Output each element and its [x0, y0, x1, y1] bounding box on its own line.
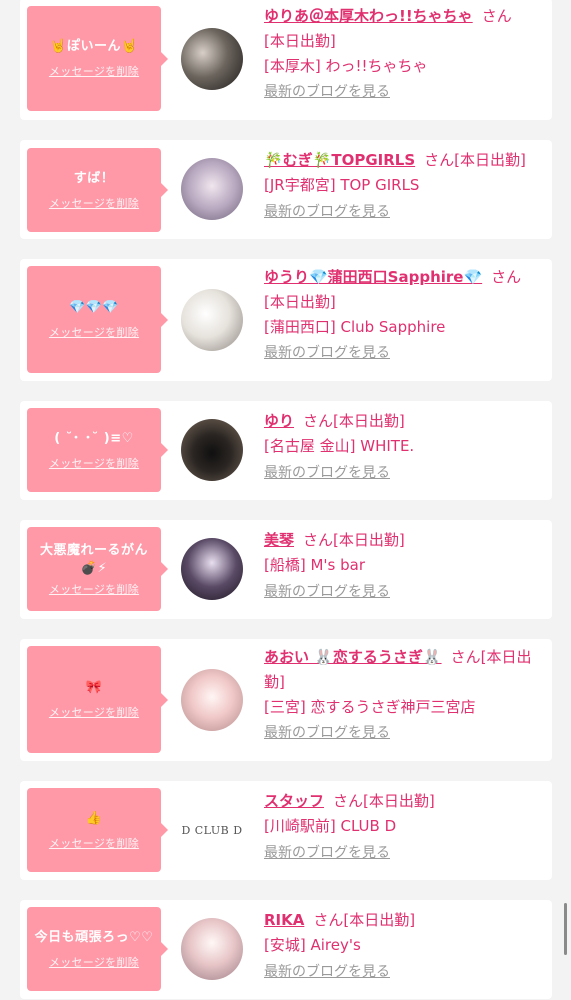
message-text: すば！: [73, 170, 115, 186]
work-status: [本日出勤]: [454, 151, 526, 169]
delete-message-link[interactable]: メッセージを削除: [49, 455, 139, 471]
cast-info: 美琴 さん[本日出勤] [船橋] M's bar 最新のブログを見る: [264, 528, 542, 604]
avatar[interactable]: [181, 289, 243, 351]
delete-message-link[interactable]: メッセージを削除: [49, 324, 139, 340]
shop-name: [蒲田西口] Club Sapphire: [264, 318, 446, 336]
message-card: ( ˘･ ･˘ )≡♡ メッセージを削除 ゆり さん[本日出勤] [名古屋 金山]…: [20, 401, 552, 500]
message-text: 今日も頑張ろっ♡♡: [34, 929, 154, 945]
shop-name: [JR宇都宮] TOP GIRLS: [264, 176, 420, 194]
avatar[interactable]: [181, 158, 243, 220]
honorific: さん: [481, 7, 512, 25]
message-card: 今日も頑張ろっ♡♡ メッセージを削除 RIKA さん[本日出勤] [安城] Air…: [20, 900, 552, 999]
cast-name-link[interactable]: あおい 🐰恋するうさぎ🐰: [264, 648, 442, 666]
message-text: 💎💎💎: [68, 300, 120, 315]
shop-name: [本厚木] わっ!!ちゃちゃ: [264, 57, 428, 75]
delete-message-link[interactable]: メッセージを削除: [49, 195, 139, 211]
delete-message-link[interactable]: メッセージを削除: [49, 954, 139, 970]
work-status: [本日出勤]: [333, 531, 405, 549]
avatar[interactable]: [181, 538, 243, 600]
work-status: [本日出勤]: [264, 293, 336, 311]
work-status: [本日出勤]: [343, 911, 416, 929]
shop-name: [船橋] M's bar: [264, 556, 366, 574]
avatar[interactable]: [181, 419, 243, 481]
latest-blog-link[interactable]: 最新のブログを見る: [264, 204, 390, 220]
message-text: 🤘ぽいーん🤘: [50, 39, 138, 54]
message-bubble: 👍 メッセージを削除: [27, 788, 168, 872]
message-text: 大悪魔れーるがん: [39, 542, 148, 558]
cast-name-link[interactable]: ゆりあ＠本厚木わっ!!ちゃちゃ: [264, 7, 473, 25]
avatar[interactable]: [181, 28, 243, 90]
cast-name-link[interactable]: ゆり: [264, 412, 294, 430]
honorific: さん: [450, 648, 481, 666]
work-status: [本日出勤]: [264, 32, 336, 50]
cast-name-link[interactable]: RIKA: [264, 911, 304, 929]
honorific: さん: [424, 151, 455, 169]
cast-info: ゆりあ＠本厚木わっ!!ちゃちゃ さん [本日出勤] [本厚木] わっ!!ちゃちゃ …: [264, 4, 542, 104]
shop-logo[interactable]: D CLUB D: [181, 799, 243, 861]
scrollbar-thumb[interactable]: [564, 903, 567, 955]
cast-name-link[interactable]: ゆうり💎蒲田西口Sapphire💎: [264, 268, 482, 286]
cast-info: スタッフ さん[本日出勤] [川崎駅前] CLUB D 最新のブログを見る: [264, 789, 542, 865]
latest-blog-link[interactable]: 最新のブログを見る: [264, 584, 390, 600]
message-bubble: 🎀 メッセージを削除: [27, 646, 168, 753]
work-status: [本日出勤]: [363, 792, 435, 810]
latest-blog-link[interactable]: 最新のブログを見る: [264, 725, 390, 741]
shop-name: [川崎駅前] CLUB D: [264, 817, 397, 835]
shop-name: [名古屋 金山] WHITE.: [264, 437, 415, 455]
honorific: さん: [491, 268, 522, 286]
avatar[interactable]: [181, 918, 243, 980]
shop-name: [安城] Airey's: [264, 936, 361, 954]
message-bubble: ( ˘･ ･˘ )≡♡ メッセージを削除: [27, 408, 168, 492]
cast-info: 🎋むぎ🎋TOPGIRLS さん[本日出勤] [JR宇都宮] TOP GIRLS 最…: [264, 148, 542, 224]
cast-info: あおい 🐰恋するうさぎ🐰 さん[本日出勤] [三宮] 恋するうさぎ神戸三宮店 最新…: [264, 645, 542, 745]
message-card: 💎💎💎 メッセージを削除 ゆうり💎蒲田西口Sapphire💎 さん [本日出勤] …: [20, 259, 552, 381]
cast-info: RIKA さん[本日出勤] [安城] Airey's 最新のブログを見る: [264, 908, 542, 984]
avatar[interactable]: [181, 669, 243, 731]
message-bubble: 今日も頑張ろっ♡♡ メッセージを削除: [27, 907, 168, 991]
cast-name-link[interactable]: 🎋むぎ🎋TOPGIRLS: [264, 151, 415, 169]
latest-blog-link[interactable]: 最新のブログを見る: [264, 964, 390, 980]
message-bubble: 🤘ぽいーん🤘 メッセージを削除: [27, 6, 168, 111]
message-text: 🎀: [85, 680, 103, 695]
message-text: 👍: [85, 810, 103, 826]
honorific: さん: [303, 531, 334, 549]
latest-blog-link[interactable]: 最新のブログを見る: [264, 84, 390, 100]
honorific: さん: [333, 792, 364, 810]
message-bubble: 💎💎💎 メッセージを削除: [27, 266, 168, 373]
honorific: さん: [303, 412, 334, 430]
cast-info: ゆうり💎蒲田西口Sapphire💎 さん [本日出勤] [蒲田西口] Club S…: [264, 265, 542, 365]
honorific: さん: [313, 911, 344, 929]
latest-blog-link[interactable]: 最新のブログを見る: [264, 465, 390, 481]
work-status: [本日出勤]: [333, 412, 405, 430]
latest-blog-link[interactable]: 最新のブログを見る: [264, 345, 390, 361]
cast-info: ゆり さん[本日出勤] [名古屋 金山] WHITE. 最新のブログを見る: [264, 409, 542, 485]
message-bubble: 大悪魔れーるがん 💣⚡ メッセージを削除: [27, 527, 168, 611]
message-card: 👍 メッセージを削除 D CLUB D スタッフ さん[本日出勤] [川崎駅前] …: [20, 781, 552, 880]
message-card: 🤘ぽいーん🤘 メッセージを削除 ゆりあ＠本厚木わっ!!ちゃちゃ さん [本日出勤]…: [20, 0, 552, 120]
message-card: すば！ メッセージを削除 🎋むぎ🎋TOPGIRLS さん[本日出勤] [JR宇都宮…: [20, 140, 552, 239]
message-card: 大悪魔れーるがん 💣⚡ メッセージを削除 美琴 さん[本日出勤] [船橋] M's…: [20, 520, 552, 619]
delete-message-link[interactable]: メッセージを削除: [49, 704, 139, 720]
cast-name-link[interactable]: スタッフ: [264, 792, 324, 810]
message-card: 🎀 メッセージを削除 あおい 🐰恋するうさぎ🐰 さん[本日出勤] [三宮] 恋する…: [20, 639, 552, 761]
cast-name-link[interactable]: 美琴: [264, 531, 294, 549]
delete-message-link[interactable]: メッセージを削除: [49, 63, 139, 79]
delete-message-link[interactable]: メッセージを削除: [49, 581, 139, 597]
message-bubble: すば！ メッセージを削除: [27, 148, 168, 232]
delete-message-link[interactable]: メッセージを削除: [49, 835, 139, 851]
latest-blog-link[interactable]: 最新のブログを見る: [264, 845, 390, 861]
message-text-line2: 💣⚡: [80, 560, 108, 576]
message-text: ( ˘･ ･˘ )≡♡: [54, 430, 134, 446]
shop-name: [三宮] 恋するうさぎ神戸三宮店: [264, 698, 476, 716]
